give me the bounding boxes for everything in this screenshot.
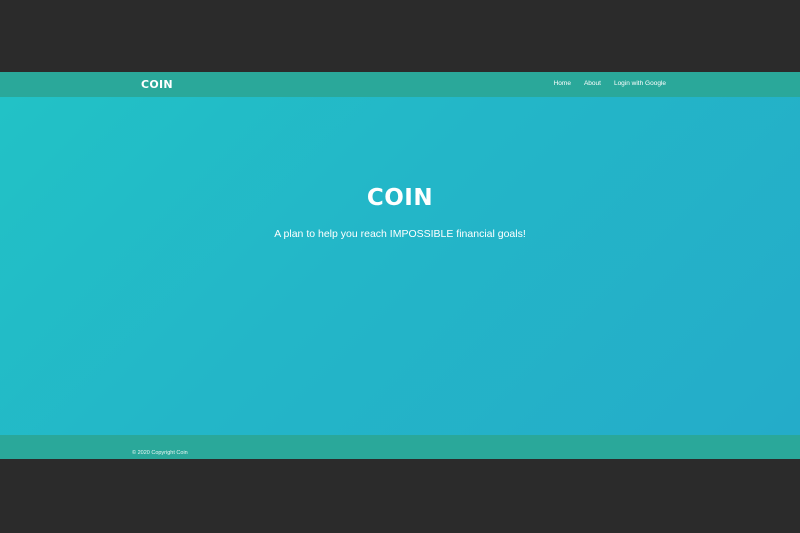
nav-link-home[interactable]: Home (554, 80, 571, 87)
navbar: COIN Home About Login with Google (0, 72, 800, 97)
nav-link-about[interactable]: About (584, 80, 601, 87)
nav-links: Home About Login with Google (554, 80, 666, 87)
nav-link-login-google[interactable]: Login with Google (614, 80, 666, 87)
brand-logo[interactable]: COIN (141, 78, 173, 91)
letterbox-bottom (0, 459, 800, 533)
footer-copyright: © 2020 Copyright Coin (132, 450, 188, 456)
letterbox-top (0, 0, 800, 72)
hero-title: COIN (366, 185, 434, 211)
hero-section: COIN A plan to help you reach IMPOSSIBLE… (0, 97, 800, 435)
website-viewport: COIN Home About Login with Google COIN A… (0, 72, 800, 459)
footer: © 2020 Copyright Coin (0, 435, 800, 459)
hero-subtitle: A plan to help you reach IMPOSSIBLE fina… (274, 228, 526, 240)
